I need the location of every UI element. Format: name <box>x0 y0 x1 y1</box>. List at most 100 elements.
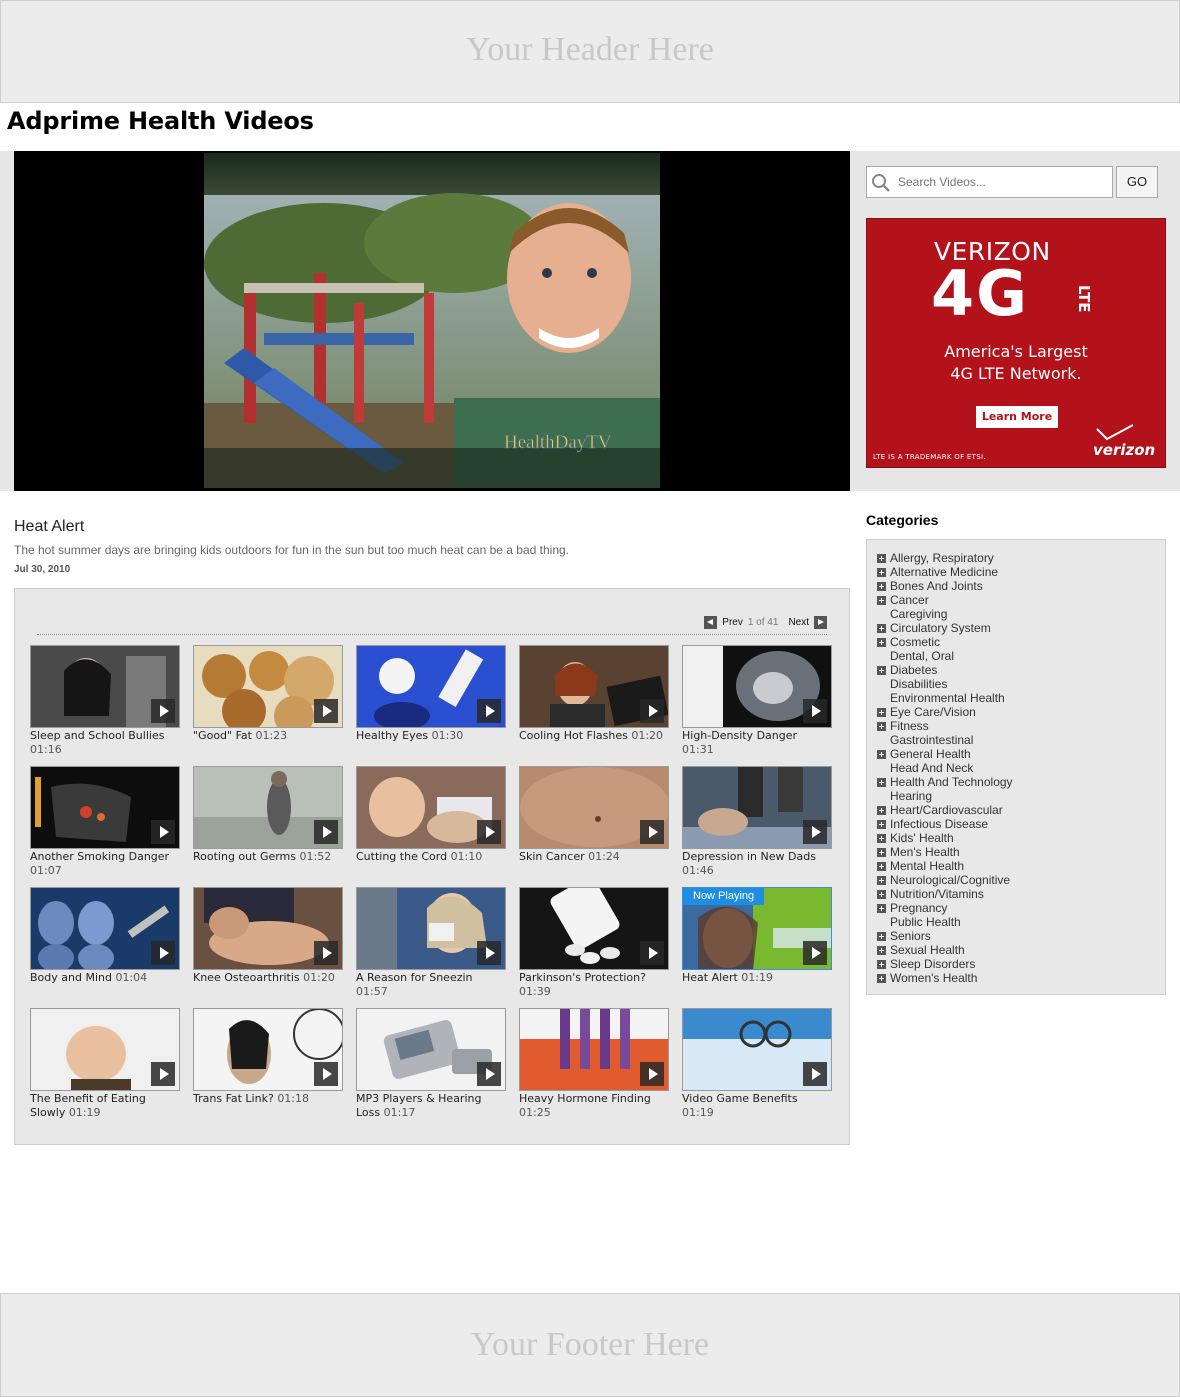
video-thumbnail[interactable] <box>682 766 832 849</box>
category-item[interactable]: Circulatory System <box>877 621 1013 635</box>
category-label[interactable]: Allergy, Respiratory <box>890 551 994 565</box>
video-title[interactable]: Healthy Eyes <box>356 729 428 742</box>
video-title[interactable]: Another Smoking Danger <box>30 850 169 863</box>
category-label[interactable]: Pregnancy <box>890 901 947 915</box>
video-thumbnail[interactable] <box>193 887 343 970</box>
play-icon[interactable] <box>477 820 501 844</box>
video-caption[interactable]: Skin Cancer 01:24 <box>519 850 669 864</box>
expand-plus-icon[interactable] <box>877 582 886 591</box>
video-tile[interactable]: Parkinson's Protection? 01:39 <box>519 887 669 1002</box>
category-label[interactable]: Health And Technology <box>890 775 1013 789</box>
expand-plus-icon[interactable] <box>877 708 886 717</box>
expand-plus-icon[interactable] <box>877 890 886 899</box>
video-thumbnail[interactable] <box>356 766 506 849</box>
pager-prev-link[interactable]: Prev <box>722 617 743 628</box>
video-title[interactable]: Rooting out Germs <box>193 850 296 863</box>
video-tile[interactable]: Cooling Hot Flashes 01:20 <box>519 645 669 760</box>
video-title[interactable]: Skin Cancer <box>519 850 585 863</box>
video-tile[interactable]: Video Game Benefits 01:19 <box>682 1008 832 1123</box>
category-item[interactable]: Sleep Disorders <box>877 957 1013 971</box>
category-item[interactable]: Heart/Cardiovascular <box>877 803 1013 817</box>
expand-plus-icon[interactable] <box>877 722 886 731</box>
video-title[interactable]: Cooling Hot Flashes <box>519 729 628 742</box>
category-item[interactable]: Hearing <box>877 789 1013 803</box>
category-item[interactable]: Disabilities <box>877 677 1013 691</box>
category-label[interactable]: Cancer <box>890 593 929 607</box>
video-tile[interactable]: Another Smoking Danger 01:07 <box>30 766 180 881</box>
expand-plus-icon[interactable] <box>877 596 886 605</box>
video-caption[interactable]: Rooting out Germs 01:52 <box>193 850 343 864</box>
category-item[interactable]: Allergy, Respiratory <box>877 551 1013 565</box>
video-thumbnail[interactable] <box>193 645 343 728</box>
category-label[interactable]: Circulatory System <box>890 621 991 635</box>
category-label[interactable]: Neurological/Cognitive <box>890 873 1010 887</box>
category-item[interactable]: Head And Neck <box>877 761 1013 775</box>
pager-next-link[interactable]: Next <box>788 617 809 628</box>
play-icon[interactable] <box>803 699 827 723</box>
expand-plus-icon[interactable] <box>877 904 886 913</box>
play-icon[interactable] <box>151 941 175 965</box>
play-icon[interactable] <box>151 699 175 723</box>
expand-plus-icon[interactable] <box>877 834 886 843</box>
video-thumbnail[interactable] <box>193 766 343 849</box>
category-label[interactable]: Alternative Medicine <box>890 565 998 579</box>
category-label[interactable]: Sexual Health <box>890 943 965 957</box>
category-label[interactable]: Disabilities <box>890 677 947 691</box>
category-item[interactable]: Dental, Oral <box>877 649 1013 663</box>
video-title[interactable]: Cutting the Cord <box>356 850 447 863</box>
expand-plus-icon[interactable] <box>877 862 886 871</box>
video-title[interactable]: Trans Fat Link? <box>193 1092 274 1105</box>
video-caption[interactable]: Trans Fat Link? 01:18 <box>193 1092 343 1106</box>
expand-plus-icon[interactable] <box>877 932 886 941</box>
video-caption[interactable]: Knee Osteoarthritis 01:20 <box>193 971 343 985</box>
video-tile[interactable]: The Benefit of Eating Slowly 01:19 <box>30 1008 180 1123</box>
video-title[interactable]: Heavy Hormone Finding <box>519 1092 651 1105</box>
category-label[interactable]: Hearing <box>890 789 932 803</box>
category-label[interactable]: Bones And Joints <box>890 579 983 593</box>
video-thumbnail[interactable] <box>682 645 832 728</box>
video-title[interactable]: Body and Mind <box>30 971 112 984</box>
expand-plus-icon[interactable] <box>877 848 886 857</box>
category-item[interactable]: Men's Health <box>877 845 1013 859</box>
expand-plus-icon[interactable] <box>877 554 886 563</box>
video-caption[interactable]: The Benefit of Eating Slowly 01:19 <box>30 1092 180 1120</box>
category-item[interactable]: Pregnancy <box>877 901 1013 915</box>
video-caption[interactable]: Cutting the Cord 01:10 <box>356 850 506 864</box>
play-icon[interactable] <box>640 1062 664 1086</box>
play-icon[interactable] <box>803 1062 827 1086</box>
category-item[interactable]: Women's Health <box>877 971 1013 985</box>
video-tile[interactable]: Now Playing Heat Alert 01:19 <box>682 887 832 1002</box>
video-tile[interactable]: Healthy Eyes 01:30 <box>356 645 506 760</box>
video-thumbnail[interactable] <box>356 887 506 970</box>
next-arrow-icon[interactable] <box>814 615 827 629</box>
video-tile[interactable]: Trans Fat Link? 01:18 <box>193 1008 343 1123</box>
video-caption[interactable]: A Reason for Sneezin 01:57 <box>356 971 506 999</box>
video-thumbnail[interactable] <box>30 645 180 728</box>
category-item[interactable]: Fitness <box>877 719 1013 733</box>
video-thumbnail[interactable] <box>30 887 180 970</box>
category-item[interactable]: Kids' Health <box>877 831 1013 845</box>
video-caption[interactable]: Heavy Hormone Finding 01:25 <box>519 1092 669 1120</box>
play-icon[interactable] <box>640 699 664 723</box>
category-label[interactable]: Cosmetic <box>890 635 940 649</box>
video-caption[interactable]: Heat Alert 01:19 <box>682 971 832 985</box>
category-label[interactable]: Kids' Health <box>890 831 954 845</box>
category-label[interactable]: Heart/Cardiovascular <box>890 803 1003 817</box>
video-tile[interactable]: Depression in New Dads 01:46 <box>682 766 832 881</box>
video-tile[interactable]: Rooting out Germs 01:52 <box>193 766 343 881</box>
category-label[interactable]: Sleep Disorders <box>890 957 975 971</box>
category-item[interactable]: Caregiving <box>877 607 1013 621</box>
prev-arrow-icon[interactable] <box>704 615 718 629</box>
video-player[interactable]: HealthDayTV <box>14 151 850 491</box>
video-title[interactable]: MP3 Players & Hearing Loss <box>356 1092 481 1119</box>
category-item[interactable]: Infectious Disease <box>877 817 1013 831</box>
expand-plus-icon[interactable] <box>877 568 886 577</box>
video-caption[interactable]: Depression in New Dads 01:46 <box>682 850 832 878</box>
category-label[interactable]: Infectious Disease <box>890 817 988 831</box>
video-title[interactable]: Parkinson's Protection? <box>519 971 646 984</box>
category-label[interactable]: Public Health <box>890 915 961 929</box>
category-item[interactable]: Diabetes <box>877 663 1013 677</box>
video-title[interactable]: Heat Alert <box>682 971 738 984</box>
video-title[interactable]: Sleep and School Bullies <box>30 729 164 742</box>
category-item[interactable]: Seniors <box>877 929 1013 943</box>
